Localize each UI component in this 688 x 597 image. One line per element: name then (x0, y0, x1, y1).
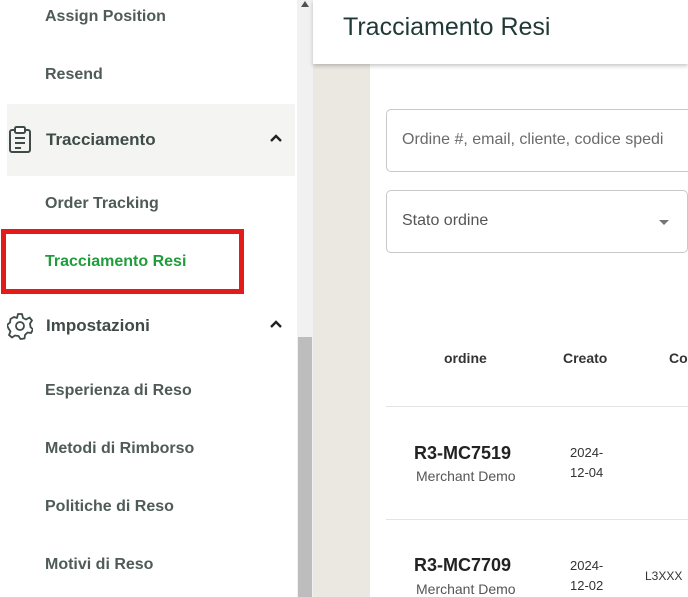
content-card: Ordine #, email, cliente, codice spedi S… (370, 64, 688, 597)
column-header-co[interactable]: Co (669, 350, 688, 366)
merchant-name: Merchant Demo (416, 468, 516, 484)
row-divider (386, 519, 688, 520)
order-id[interactable]: R3-MC7519 (414, 443, 511, 464)
caret-down-icon (659, 220, 669, 225)
column-header-ordine[interactable]: ordine (444, 350, 487, 366)
column-header-creato[interactable]: Creato (563, 350, 607, 366)
scroll-up-arrow-icon[interactable] (301, 1, 309, 7)
sidebar-item-esperienza-di-reso[interactable]: Esperienza di Reso (45, 382, 192, 400)
search-placeholder: Ordine #, email, cliente, codice spedi (402, 131, 664, 148)
sidebar-group-label: Impostazioni (46, 316, 150, 335)
status-select[interactable]: Stato ordine (386, 190, 688, 253)
sidebar-nav: Assign Position Resend Tracciamento Orde… (0, 0, 297, 597)
sidebar-item-assign-position[interactable]: Assign Position (45, 8, 166, 26)
page-header: Tracciamento Resi (313, 0, 688, 64)
sidebar-scrollbar[interactable] (297, 0, 313, 597)
selection-highlight-box (1, 229, 244, 294)
gear-icon (7, 313, 33, 340)
scroll-thumb[interactable] (298, 337, 312, 597)
sidebar-group-tracciamento[interactable]: Tracciamento (7, 104, 295, 176)
sidebar-group-label: Tracciamento (46, 130, 156, 149)
sidebar-item-metodi-di-rimborso[interactable]: Metodi di Rimborso (45, 440, 194, 458)
sidebar-item-order-tracking[interactable]: Order Tracking (45, 195, 159, 213)
main-area: Tracciamento Resi Ordine #, email, clien… (313, 0, 688, 597)
order-id[interactable]: R3-MC7709 (414, 555, 511, 576)
clipboard-icon (9, 126, 31, 153)
page-title: Tracciamento Resi (343, 13, 551, 41)
status-select-label: Stato ordine (402, 212, 489, 229)
sidebar-item-resend[interactable]: Resend (45, 66, 103, 84)
sidebar-item-politiche-di-reso[interactable]: Politiche di Reso (45, 498, 174, 516)
sidebar-group-impostazioni[interactable]: Impostazioni (7, 290, 295, 362)
created-date: 2024- 12-02 (570, 558, 604, 593)
row-divider (386, 406, 688, 407)
chevron-up-icon[interactable] (269, 133, 283, 143)
merchant-name: Merchant Demo (416, 581, 516, 597)
tracking-code: L3XXX (645, 569, 683, 583)
chevron-up-icon[interactable] (269, 319, 283, 329)
search-input[interactable]: Ordine #, email, cliente, codice spedi (386, 109, 688, 172)
created-date: 2024- 12-04 (570, 445, 604, 480)
sidebar-item-motivi-di-reso[interactable]: Motivi di Reso (45, 556, 153, 574)
